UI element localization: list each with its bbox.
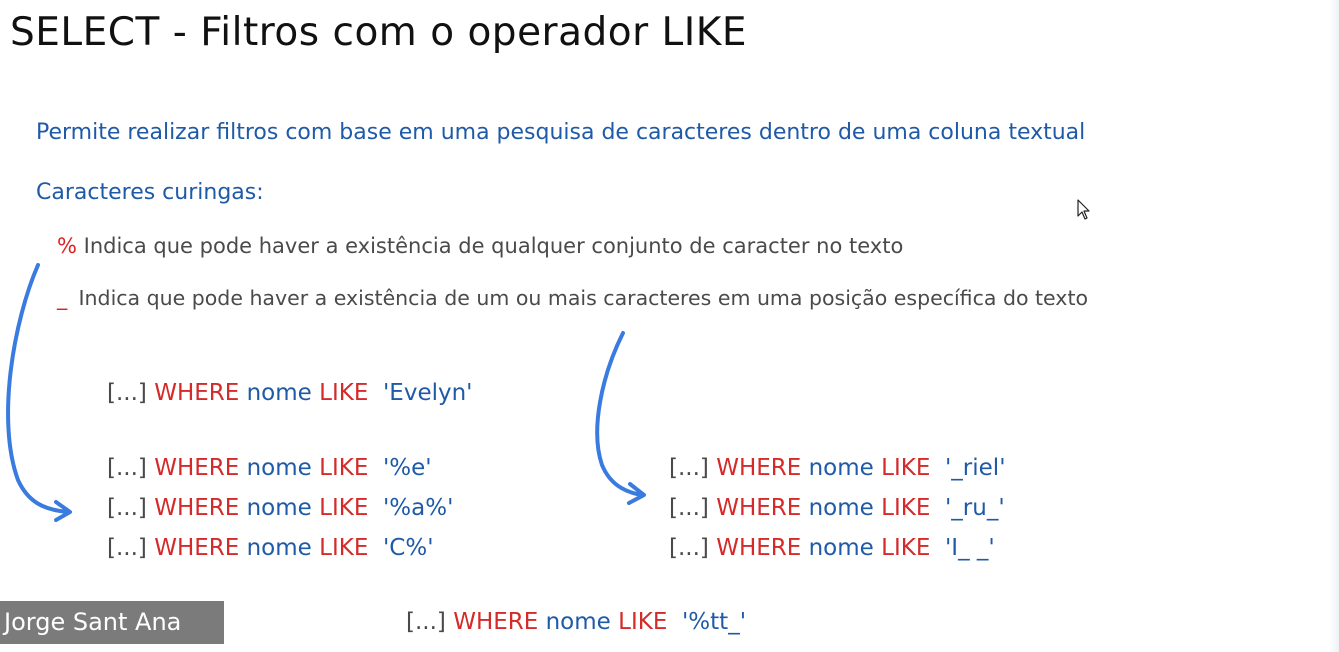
curved-arrow-icon — [595, 331, 646, 505]
curved-arrow-icon — [6, 263, 72, 522]
mouse-pointer-icon — [1077, 199, 1090, 220]
presenter-name-tag: Jorge Sant Ana — [0, 601, 224, 644]
slide: SELECT - Filtros com o operador LIKE Per… — [0, 0, 1339, 652]
annotation-arrows — [6, 263, 646, 522]
